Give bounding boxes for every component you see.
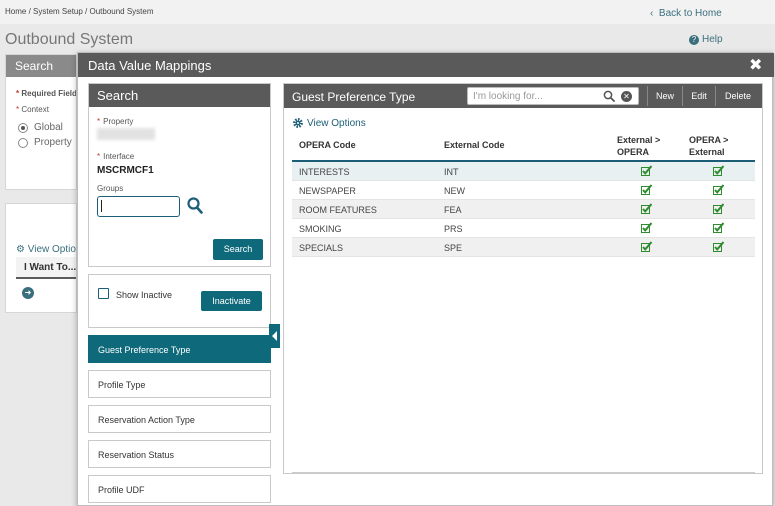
data-value-mappings-dialog: Data Value Mappings ✖ Search * Property *… [77, 52, 774, 506]
breadcrumb[interactable]: Home / System Setup / Outbound System [5, 7, 154, 16]
results-header: Guest Preference Type I'm looking for...… [284, 84, 762, 108]
help-icon: ? [689, 35, 699, 45]
delete-button[interactable]: Delete [715, 86, 760, 106]
check-icon [641, 203, 653, 214]
radio-property-label: Property [34, 137, 72, 148]
bg-search-title: Search [6, 55, 76, 77]
go-arrow-icon[interactable]: ➜ [22, 287, 34, 299]
opera-code-cell: SMOKING [299, 224, 342, 234]
check-icon [713, 203, 725, 214]
external-code-cell: SPE [444, 243, 463, 253]
gear-icon: ⚙ [16, 244, 25, 255]
check-icon [641, 165, 653, 176]
dialog-title: Data Value Mappings [88, 58, 212, 73]
view-options-link[interactable]: View Options [292, 117, 366, 129]
help-link[interactable]: ? Help [689, 34, 723, 45]
table-row[interactable]: ROOM FEATURES FEA [292, 200, 755, 219]
property-value-redacted [97, 128, 155, 140]
page-title: Outbound System [5, 31, 134, 48]
table-footer-divider [292, 472, 755, 473]
view-options-label: View Options [307, 117, 366, 129]
back-to-home-label: Back to Home [658, 8, 722, 19]
table-row[interactable]: SMOKING PRS [292, 219, 755, 238]
search-icon[interactable] [187, 197, 203, 215]
col-opera-code[interactable]: OPERA Code [299, 140, 356, 150]
search-button[interactable]: Search [213, 239, 263, 260]
col-external-to-opera[interactable]: External > OPERA [617, 134, 660, 158]
mapping-table: INTERESTS INT NEWSPAPER NEW ROOM FEATURE… [292, 160, 755, 257]
show-inactive-label: Show Inactive [116, 290, 173, 300]
inactivate-button[interactable]: Inactivate [201, 291, 262, 311]
check-icon [641, 222, 653, 233]
table-row[interactable]: NEWSPAPER NEW [292, 181, 755, 200]
collapse-panel-handle[interactable] [269, 324, 280, 348]
menu-item-profile-udf[interactable]: Profile UDF [88, 475, 271, 503]
check-icon [713, 184, 725, 195]
opera-code-cell: SPECIALS [299, 243, 344, 253]
search-card: Search * Property * Interface MSCRMCF1 Gro… [88, 83, 271, 267]
radio-property[interactable]: Property [18, 137, 72, 148]
menu-item-guest-preference-type[interactable]: Guest Preference Type [88, 335, 271, 363]
search-card-title: Search [89, 84, 270, 107]
chevron-left-icon: ‹ [650, 8, 654, 19]
table-row[interactable]: INTERESTS INT [292, 162, 755, 181]
property-label: * Property [97, 117, 134, 126]
new-button[interactable]: New [647, 86, 682, 106]
back-to-home-link[interactable]: ‹ Back to Home [650, 8, 722, 19]
mapping-category-menu: Guest Preference Type Profile Type Reser… [88, 335, 271, 506]
radio-global-label: Global [34, 122, 63, 133]
table-row[interactable]: SPECIALS SPE [292, 238, 755, 257]
menu-item-reservation-action-type[interactable]: Reservation Action Type [88, 405, 271, 433]
check-icon [641, 184, 653, 195]
groups-label: Groups [97, 184, 124, 193]
opera-code-cell: INTERESTS [299, 167, 350, 177]
bg-i-want-to-header: I Want To... [16, 257, 76, 279]
mapping-results-panel: Guest Preference Type I'm looking for...… [283, 83, 763, 474]
text-caret [101, 200, 102, 212]
menu-item-reservation-status[interactable]: Reservation Status [88, 440, 271, 468]
inactive-card: Show Inactive Inactivate [88, 274, 271, 328]
interface-label: * Interface [97, 152, 135, 161]
radio-property-circle[interactable] [18, 137, 28, 148]
col-opera-to-external[interactable]: OPERA > External [689, 134, 728, 158]
search-icon[interactable] [603, 90, 615, 105]
external-code-cell: PRS [444, 224, 463, 234]
clear-icon[interactable]: ✕ [621, 91, 632, 102]
col-external-code[interactable]: External Code [444, 140, 505, 150]
bg-context-label: * Context [16, 105, 49, 114]
close-icon[interactable]: ✖ [749, 55, 762, 75]
menu-item-profile-type[interactable]: Profile Type [88, 370, 271, 398]
results-title: Guest Preference Type [292, 90, 416, 104]
radio-global-circle[interactable] [18, 122, 28, 133]
check-icon [641, 241, 653, 252]
opera-code-cell: NEWSPAPER [299, 186, 356, 196]
check-icon [713, 222, 725, 233]
gear-icon [293, 118, 303, 128]
opera-code-cell: ROOM FEATURES [299, 205, 377, 215]
external-code-cell: FEA [444, 205, 462, 215]
radio-global[interactable]: Global [18, 122, 63, 133]
check-icon [713, 241, 725, 252]
interface-value: MSCRMCF1 [97, 165, 154, 176]
bg-required-label: * Required Fields [16, 89, 76, 98]
groups-input[interactable] [97, 196, 180, 217]
check-icon [713, 165, 725, 176]
external-code-cell: INT [444, 167, 459, 177]
bg-view-options-link[interactable]: ⚙ View Options [16, 244, 76, 255]
results-search-input[interactable]: I'm looking for... ✕ [467, 87, 639, 105]
external-code-cell: NEW [444, 186, 465, 196]
edit-button[interactable]: Edit [682, 86, 715, 106]
show-inactive-checkbox[interactable] [98, 288, 109, 299]
help-label: Help [702, 34, 723, 45]
results-search-placeholder: I'm looking for... [473, 91, 543, 102]
dialog-header: Data Value Mappings ✖ [78, 53, 774, 77]
